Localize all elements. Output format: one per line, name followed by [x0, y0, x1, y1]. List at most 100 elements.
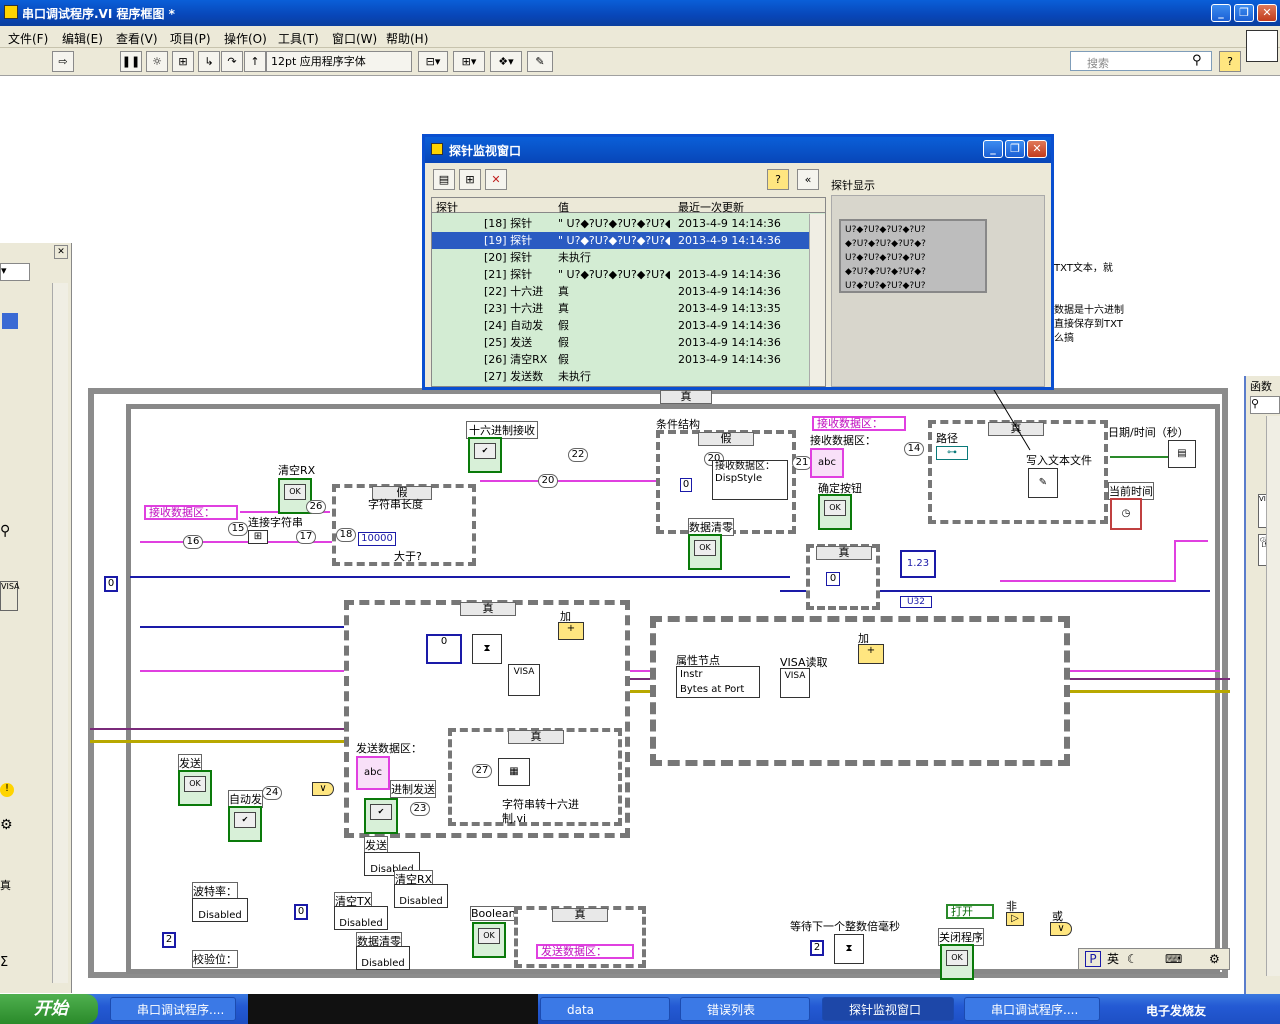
- probe-string-display[interactable]: U?◆?U?◆?U?◆?U? ◆?U?◆?U?◆?U?◆? U?◆?U?◆?U?…: [839, 219, 987, 293]
- step-over-icon[interactable]: ↷: [221, 51, 243, 72]
- probe-15[interactable]: 15: [228, 522, 248, 536]
- probe-table-scrollbar[interactable]: [809, 214, 825, 386]
- palette-search-icon[interactable]: ⚲: [1250, 396, 1280, 414]
- menu-operate[interactable]: 操作(O): [224, 30, 267, 47]
- probe-help-icon[interactable]: ?: [767, 169, 789, 190]
- maximize-button[interactable]: ❐: [1234, 4, 1254, 22]
- probe-19[interactable]: 20: [538, 474, 558, 488]
- probe-close-button[interactable]: ✕: [1027, 140, 1047, 158]
- col-value[interactable]: 值: [558, 199, 569, 215]
- delete-probe-icon[interactable]: ✕: [485, 169, 507, 190]
- u32-indicator[interactable]: U32: [900, 596, 932, 608]
- run-arrow-icon[interactable]: ⇨: [52, 51, 74, 72]
- wait-ms-node[interactable]: ⧗: [472, 634, 502, 664]
- probe-24[interactable]: 24: [262, 786, 282, 800]
- clearrx-disabled-prop[interactable]: Disabled: [394, 884, 448, 908]
- num-indicator[interactable]: 1.23: [900, 550, 936, 578]
- collapse-icon[interactable]: «: [797, 169, 819, 190]
- not-node[interactable]: ▷: [1006, 912, 1024, 926]
- data-clear-button[interactable]: OK: [688, 534, 722, 570]
- add2-node[interactable]: +: [858, 644, 884, 664]
- search-input[interactable]: 搜索: [1070, 51, 1212, 71]
- probe-row[interactable]: [23] 十六进 真 2013-4-9 14:13:35: [432, 300, 812, 317]
- visa-read-node[interactable]: VISA: [780, 668, 810, 698]
- ime-settings-icon[interactable]: ⚙: [1209, 949, 1220, 969]
- visa-palette-icon[interactable]: VISA: [0, 581, 20, 611]
- probe-26[interactable]: 26: [306, 500, 326, 514]
- probe-22[interactable]: 22: [568, 448, 588, 462]
- const-0-mid[interactable]: 0: [826, 572, 840, 586]
- hex-recv-checkbox[interactable]: ✔: [468, 437, 502, 473]
- recv-area-local-2[interactable]: 接收数据区：: [812, 416, 906, 431]
- write-text-node[interactable]: ✎: [1028, 468, 1058, 498]
- recv-area-indicator[interactable]: abc: [810, 448, 844, 478]
- probe-21[interactable]: 21: [792, 456, 812, 470]
- menu-file[interactable]: 文件(F): [8, 30, 48, 47]
- probe-row[interactable]: [19] 探针 " U?◆?U?◆?U?◆?U?◆? 2013-4-9 14:14:…: [432, 232, 812, 249]
- cleartx-disabled-prop[interactable]: Disabled: [334, 906, 388, 930]
- concat-node[interactable]: ⊞: [248, 530, 268, 544]
- prop-node[interactable]: Instr Bytes at Port: [676, 666, 760, 698]
- recv-area-prop[interactable]: 接收数据区： DispStyle: [712, 460, 788, 500]
- wait-ms-node-2[interactable]: ⧗: [834, 934, 864, 964]
- visa-write-node[interactable]: VISA: [508, 664, 540, 696]
- add-node[interactable]: +: [558, 622, 584, 640]
- probe-row[interactable]: [18] 探针 " U?◆?U?◆?U?◆?U?◆? 2013-4-9 14:14:…: [432, 215, 812, 232]
- highlight-bulb-icon[interactable]: ☼: [146, 51, 168, 72]
- cur-time-indicator[interactable]: ◷: [1110, 498, 1142, 530]
- cond-case-selector[interactable]: 假: [698, 432, 754, 446]
- const-0-bottom[interactable]: 0: [294, 904, 308, 920]
- ime-toolbar[interactable]: P 英 ☾ ⌨ ⚙: [1078, 948, 1230, 970]
- palette-scrollbar[interactable]: [52, 283, 68, 983]
- controls-palette[interactable]: ✕ ▾ ⚲ VISA ! ⚙ 真 Σ: [0, 243, 72, 993]
- probe-17[interactable]: 17: [296, 530, 316, 544]
- palette-custom-icon[interactable]: ▾: [0, 263, 30, 281]
- probe-maximize-button[interactable]: ❐: [1005, 140, 1025, 158]
- reorder-icon[interactable]: ❖▾: [490, 51, 522, 72]
- minimize-button[interactable]: _: [1211, 4, 1231, 22]
- const-0-left[interactable]: 0: [104, 576, 118, 592]
- send-case-selector[interactable]: 真: [460, 602, 516, 616]
- open-local[interactable]: 打开: [946, 904, 994, 919]
- dataclear-disabled-prop[interactable]: Disabled: [356, 946, 410, 970]
- boolean-button[interactable]: OK: [472, 922, 506, 958]
- ime-p-icon[interactable]: P: [1085, 951, 1101, 967]
- const-2-wait[interactable]: 2: [810, 940, 824, 956]
- probe-row[interactable]: [27] 发送数 未执行: [432, 368, 812, 385]
- probe-row[interactable]: [26] 清空RX 假 2013-4-9 14:14:36: [432, 351, 812, 368]
- probe-27[interactable]: 27: [472, 764, 492, 778]
- distribute-icon[interactable]: ⊞▾: [453, 51, 485, 72]
- confirm-button[interactable]: OK: [818, 494, 852, 530]
- cube-icon[interactable]: [2, 313, 18, 329]
- bottom-case-selector[interactable]: 真: [552, 908, 608, 922]
- datetime-node[interactable]: ▤: [1168, 440, 1196, 468]
- probe-row[interactable]: [24] 自动发 假 2013-4-9 14:14:36: [432, 317, 812, 334]
- start-button[interactable]: 开始: [0, 994, 98, 1024]
- pause-icon[interactable]: ❚❚: [120, 51, 142, 72]
- step-into-icon[interactable]: ↳: [198, 51, 220, 72]
- probe-row[interactable]: [25] 发送 假 2013-4-9 14:14:36: [432, 334, 812, 351]
- u32-control[interactable]: 0: [426, 634, 462, 664]
- hex-send-checkbox[interactable]: ✔: [364, 798, 398, 834]
- probe-row[interactable]: [21] 探针 " U?◆?U?◆?U?◆?U?◆? 2013-4-9 14:14:…: [432, 266, 812, 283]
- step-out-icon[interactable]: ↑: [244, 51, 266, 72]
- const-0-case[interactable]: 0: [680, 478, 692, 492]
- probe-23[interactable]: 23: [410, 802, 430, 816]
- send-area-local[interactable]: 发送数据区：: [536, 944, 634, 959]
- recv-area-local[interactable]: 接收数据区：: [144, 505, 238, 520]
- task-data[interactable]: data: [540, 997, 670, 1021]
- probe-14[interactable]: 14: [904, 442, 924, 456]
- search-icon[interactable]: ⚲: [1192, 53, 1202, 68]
- help-icon[interactable]: ?: [1219, 51, 1241, 72]
- col-updated[interactable]: 最近一次更新: [678, 199, 744, 215]
- or2-node[interactable]: ∨: [1050, 922, 1072, 936]
- probe-16[interactable]: 16: [183, 535, 203, 549]
- task-error-list[interactable]: 错误列表: [680, 997, 810, 1021]
- hex-case-selector[interactable]: 真: [508, 730, 564, 744]
- probe-table[interactable]: [18] 探针 " U?◆?U?◆?U?◆?U?◆? 2013-4-9 14:14:…: [431, 197, 826, 387]
- magnifier-icon[interactable]: ⚲: [0, 523, 18, 549]
- send-area-indicator[interactable]: abc: [356, 756, 390, 790]
- mid-true-selector[interactable]: 真: [816, 546, 872, 560]
- task-serial-debug-1[interactable]: 串口调试程序....: [110, 997, 236, 1021]
- menu-view[interactable]: 查看(V): [116, 30, 158, 47]
